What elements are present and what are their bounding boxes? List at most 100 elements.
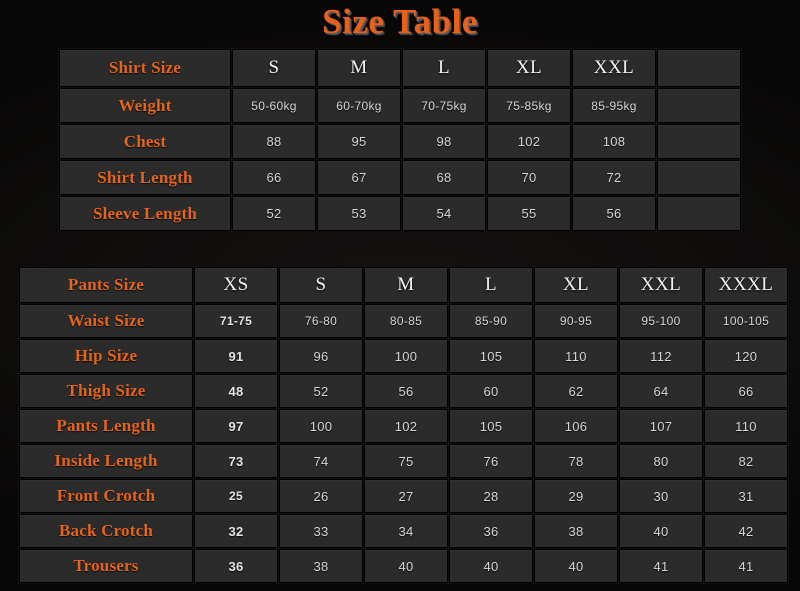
shirt-chest-s: 88	[232, 124, 316, 159]
size-chart-page: Size Table Shirt Size S M L XL XXL Weigh…	[0, 0, 800, 591]
waist-size-xxl: 95-100	[619, 304, 703, 338]
pants-length-l: 105	[449, 409, 533, 443]
front-crotch-xs: 25	[194, 479, 278, 513]
hip-size-xs: 91	[194, 339, 278, 373]
pants-row-label-back-crotch: Back Crotch	[19, 514, 193, 548]
trousers-m: 40	[364, 549, 448, 583]
shirt-header-xl: XL	[487, 49, 571, 87]
front-crotch-xxl: 30	[619, 479, 703, 513]
hip-size-m: 100	[364, 339, 448, 373]
inside-length-xl: 78	[534, 444, 618, 478]
shirt-chest-l: 98	[402, 124, 486, 159]
sleeve-length-s: 52	[232, 196, 316, 231]
pants-header-m: M	[364, 267, 448, 303]
pants-row-label-trousers: Trousers	[19, 549, 193, 583]
shirt-header-m: M	[317, 49, 401, 87]
front-crotch-l: 28	[449, 479, 533, 513]
front-crotch-xxxl: 31	[704, 479, 788, 513]
waist-size-xs: 71-75	[194, 304, 278, 338]
shirt-weight-xl: 75-85kg	[487, 88, 571, 123]
front-crotch-xl: 29	[534, 479, 618, 513]
table-row: Front Crotch 25 26 27 28 29 30 31	[19, 479, 788, 513]
trousers-xxl: 41	[619, 549, 703, 583]
shirt-row-label-weight: Weight	[59, 88, 231, 123]
back-crotch-xl: 38	[534, 514, 618, 548]
sleeve-length-xl: 55	[487, 196, 571, 231]
pants-header-xxl: XXL	[619, 267, 703, 303]
waist-size-l: 85-90	[449, 304, 533, 338]
shirt-weight-s: 50-60kg	[232, 88, 316, 123]
hip-size-l: 105	[449, 339, 533, 373]
table-row: Waist Size 71-75 76-80 80-85 85-90 90-95…	[19, 304, 788, 338]
pants-header-xxxl: XXXL	[704, 267, 788, 303]
thigh-size-xxxl: 66	[704, 374, 788, 408]
pants-length-xs: 97	[194, 409, 278, 443]
table-row: Pants Length 97 100 102 105 106 107 110	[19, 409, 788, 443]
thigh-size-xs: 48	[194, 374, 278, 408]
inside-length-s: 74	[279, 444, 363, 478]
sleeve-length-empty	[657, 196, 741, 231]
table-row: Weight 50-60kg 60-70kg 70-75kg 75-85kg 8…	[59, 88, 741, 123]
back-crotch-xxl: 40	[619, 514, 703, 548]
shirt-chest-empty	[657, 124, 741, 159]
pants-length-xxxl: 110	[704, 409, 788, 443]
front-crotch-s: 26	[279, 479, 363, 513]
inside-length-xxl: 80	[619, 444, 703, 478]
thigh-size-s: 52	[279, 374, 363, 408]
thigh-size-xl: 62	[534, 374, 618, 408]
thigh-size-m: 56	[364, 374, 448, 408]
pants-header-s: S	[279, 267, 363, 303]
thigh-size-l: 60	[449, 374, 533, 408]
table-row: Sleeve Length 52 53 54 55 56	[59, 196, 741, 231]
shirt-row-label-sleeve-length: Sleeve Length	[59, 196, 231, 231]
pants-row-label-thigh-size: Thigh Size	[19, 374, 193, 408]
shirt-length-empty	[657, 160, 741, 195]
trousers-xl: 40	[534, 549, 618, 583]
table-row: Back Crotch 32 33 34 36 38 40 42	[19, 514, 788, 548]
shirt-length-l: 68	[402, 160, 486, 195]
trousers-xs: 36	[194, 549, 278, 583]
shirt-weight-empty	[657, 88, 741, 123]
back-crotch-xxxl: 42	[704, 514, 788, 548]
pants-length-s: 100	[279, 409, 363, 443]
inside-length-xs: 73	[194, 444, 278, 478]
waist-size-m: 80-85	[364, 304, 448, 338]
shirt-chest-xl: 102	[487, 124, 571, 159]
trousers-s: 38	[279, 549, 363, 583]
pants-row-label-waist-size: Waist Size	[19, 304, 193, 338]
table-row: Pants Size XS S M L XL XXL XXXL	[19, 267, 788, 303]
shirt-header-l: L	[402, 49, 486, 87]
shirt-size-label: Shirt Size	[59, 49, 231, 87]
pants-header-xl: XL	[534, 267, 618, 303]
sleeve-length-xxl: 56	[572, 196, 656, 231]
hip-size-xl: 110	[534, 339, 618, 373]
sleeve-length-m: 53	[317, 196, 401, 231]
trousers-xxxl: 41	[704, 549, 788, 583]
waist-size-xl: 90-95	[534, 304, 618, 338]
pants-row-label-inside-length: Inside Length	[19, 444, 193, 478]
waist-size-s: 76-80	[279, 304, 363, 338]
shirt-header-empty	[657, 49, 741, 87]
table-row: Shirt Length 66 67 68 70 72	[59, 160, 741, 195]
pants-size-table: Pants Size XS S M L XL XXL XXXL Waist Si…	[18, 266, 789, 584]
hip-size-s: 96	[279, 339, 363, 373]
table-row: Thigh Size 48 52 56 60 62 64 66	[19, 374, 788, 408]
shirt-weight-m: 60-70kg	[317, 88, 401, 123]
back-crotch-m: 34	[364, 514, 448, 548]
shirt-size-table: Shirt Size S M L XL XXL Weight 50-60kg 6…	[58, 48, 742, 232]
shirt-row-label-shirt-length: Shirt Length	[59, 160, 231, 195]
shirt-weight-xxl: 85-95kg	[572, 88, 656, 123]
shirt-length-m: 67	[317, 160, 401, 195]
table-row: Trousers 36 38 40 40 40 41 41	[19, 549, 788, 583]
shirt-row-label-chest: Chest	[59, 124, 231, 159]
pants-row-label-pants-length: Pants Length	[19, 409, 193, 443]
table-row: Inside Length 73 74 75 76 78 80 82	[19, 444, 788, 478]
shirt-length-s: 66	[232, 160, 316, 195]
hip-size-xxl: 112	[619, 339, 703, 373]
shirt-weight-l: 70-75kg	[402, 88, 486, 123]
table-row: Hip Size 91 96 100 105 110 112 120	[19, 339, 788, 373]
pants-header-l: L	[449, 267, 533, 303]
pants-row-label-front-crotch: Front Crotch	[19, 479, 193, 513]
inside-length-xxxl: 82	[704, 444, 788, 478]
inside-length-l: 76	[449, 444, 533, 478]
